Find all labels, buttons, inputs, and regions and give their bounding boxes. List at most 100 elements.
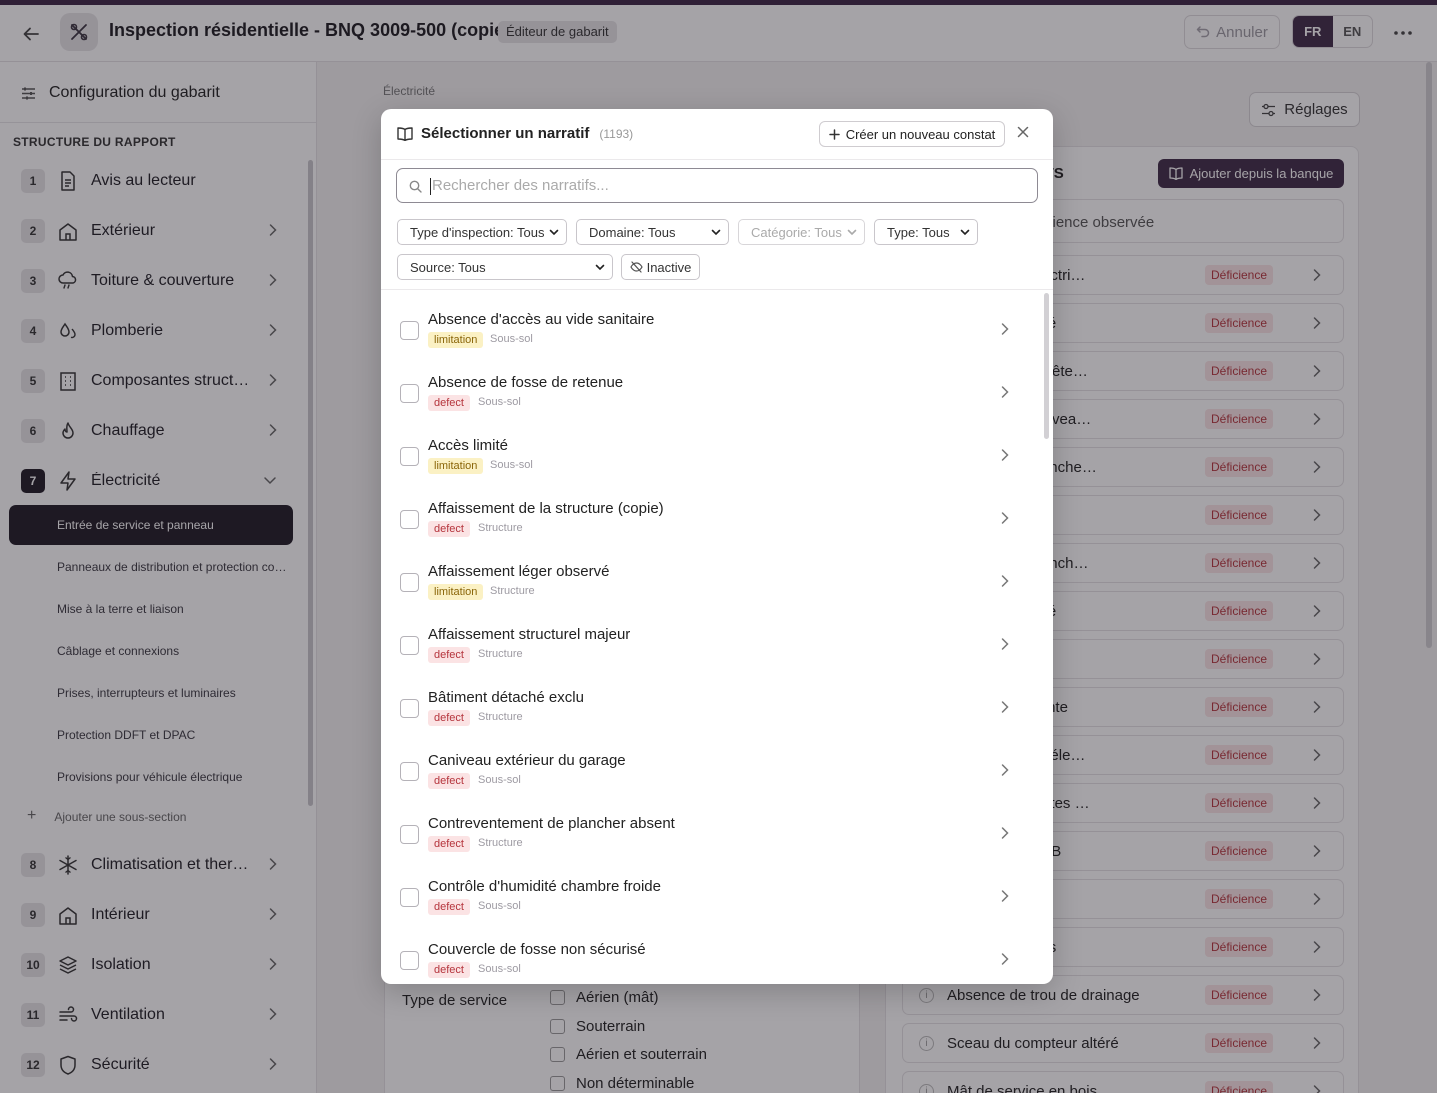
select-value: Type d'inspection: Tous [410, 225, 545, 240]
narrative-title: Caniveau extérieur du garage [428, 752, 626, 769]
narrative-title: Accès limité [428, 437, 509, 454]
narrative-title: Absence d'accès au vide sanitaire [428, 311, 655, 328]
chevron-right-icon[interactable] [1001, 448, 1009, 462]
narrative-type-badge: defect [428, 395, 470, 411]
narrative-title: Contrôle d'humidité chambre froide [428, 878, 661, 895]
domain-select[interactable]: Domaine: Tous [576, 219, 729, 245]
narrative-item[interactable]: Absence d'accès au vide sanitaire limitat… [381, 298, 1041, 361]
narrative-category: Sous-sol [478, 396, 521, 408]
narrative-category: Sous-sol [478, 900, 521, 912]
narrative-item[interactable]: Affaissement léger observé limitation Stru… [381, 550, 1041, 613]
chevron-right-icon[interactable] [1001, 322, 1009, 336]
create-finding-label: Créer un nouveau constat [845, 126, 996, 142]
text-caret [430, 178, 431, 195]
inspection-type-select[interactable]: Type d'inspection: Tous [397, 219, 567, 245]
chevron-right-icon[interactable] [1001, 952, 1009, 966]
narrative-search-input[interactable]: Rechercher des narratifs... [396, 168, 1038, 203]
close-icon[interactable] [1017, 126, 1029, 138]
source-select[interactable]: Source: Tous [397, 254, 613, 280]
narrative-title: Affaissement de la structure (copie) [428, 500, 664, 517]
narrative-title: Affaissement structurel majeur [428, 626, 631, 643]
modal-title-text: Sélectionner un narratif [421, 125, 590, 142]
chevron-down-icon [711, 227, 721, 237]
select-value: Source: Tous [410, 260, 486, 275]
chevron-down-icon [960, 227, 970, 237]
narrative-checkbox[interactable] [400, 384, 419, 403]
search-placeholder: Rechercher des narratifs... [432, 177, 609, 194]
narrative-item[interactable]: Affaissement structurel majeur defect Stru… [381, 613, 1041, 676]
select-value: Catégorie: Tous [751, 225, 842, 240]
narrative-type-badge: limitation [428, 332, 484, 348]
narrative-category: Sous-sol [478, 774, 521, 786]
narrative-item[interactable]: Caniveau extérieur du garage defect Sous-s… [381, 739, 1041, 802]
narrative-item[interactable]: Bâtiment détaché exclu defect Structure [381, 676, 1041, 739]
narrative-title: Contreventement de plancher absent [428, 815, 675, 832]
narrative-category: Structure [478, 522, 523, 534]
chevron-right-icon[interactable] [1001, 700, 1009, 714]
narrative-checkbox[interactable] [400, 825, 419, 844]
select-value: Domaine: Tous [589, 225, 676, 240]
chevron-down-icon [847, 227, 857, 237]
chevron-right-icon[interactable] [1001, 637, 1009, 651]
chevron-right-icon[interactable] [1001, 889, 1009, 903]
narrative-type-badge: defect [428, 647, 470, 663]
narrative-checkbox[interactable] [400, 510, 419, 529]
modal-header: Sélectionner un narratif (1193) Créer un… [381, 109, 1053, 160]
inactive-toggle-button[interactable]: Inactive [621, 254, 700, 280]
create-finding-button[interactable]: Créer un nouveau constat [819, 121, 1005, 147]
inactive-label: Inactive [646, 259, 692, 275]
narrative-count: (1193) [599, 126, 634, 141]
search-icon [409, 180, 422, 193]
chevron-right-icon[interactable] [1001, 763, 1009, 777]
book-open-icon [397, 126, 413, 141]
narrative-checkbox[interactable] [400, 888, 419, 907]
modal-scrollbar[interactable] [1044, 293, 1049, 439]
narrative-item[interactable]: Accès limité limitation Sous-sol [381, 424, 1041, 487]
narrative-category: Sous-sol [490, 459, 533, 471]
narrative-category: Structure [478, 711, 523, 723]
narrative-category: Structure [478, 648, 523, 660]
narrative-category: Structure [490, 585, 535, 597]
narrative-checkbox[interactable] [400, 321, 419, 340]
select-narrative-modal: Sélectionner un narratif (1193) Créer un… [381, 109, 1053, 984]
narrative-type-badge: defect [428, 521, 470, 537]
narrative-title: Couvercle de fosse non sécurisé [428, 941, 646, 958]
chevron-right-icon[interactable] [1001, 826, 1009, 840]
narrative-checkbox[interactable] [400, 699, 419, 718]
narrative-checkbox[interactable] [400, 951, 419, 970]
eye-off-icon [629, 261, 643, 273]
narrative-category: Structure [478, 837, 523, 849]
narrative-type-badge: limitation [428, 458, 484, 474]
chevron-right-icon[interactable] [1001, 574, 1009, 588]
select-value: Type: Tous [887, 225, 950, 240]
narrative-type-badge: defect [428, 899, 470, 915]
narrative-checkbox[interactable] [400, 573, 419, 592]
narrative-type-badge: defect [428, 773, 470, 789]
narrative-item[interactable]: Couvercle de fosse non sécurisé defect Sou… [381, 928, 1041, 984]
narrative-type-badge: limitation [428, 584, 484, 600]
narrative-item[interactable]: Affaissement de la structure (copie) defe… [381, 487, 1041, 550]
narrative-title: Absence de fosse de retenue [428, 374, 624, 391]
narrative-title: Affaissement léger observé [428, 563, 610, 580]
narrative-item[interactable]: Contreventement de plancher absent defect… [381, 802, 1041, 865]
chevron-right-icon[interactable] [1001, 511, 1009, 525]
chevron-down-icon [549, 227, 559, 237]
narrative-checkbox[interactable] [400, 762, 419, 781]
chevron-down-icon [595, 262, 605, 272]
type-select[interactable]: Type: Tous [874, 219, 978, 245]
narrative-category: Sous-sol [478, 963, 521, 975]
chevron-right-icon[interactable] [1001, 385, 1009, 399]
narrative-type-badge: defect [428, 710, 470, 726]
plus-icon [828, 128, 840, 140]
narrative-checkbox[interactable] [400, 447, 419, 466]
divider [381, 289, 1053, 290]
narrative-checkbox[interactable] [400, 636, 419, 655]
narrative-item[interactable]: Contrôle d'humidité chambre froide defect… [381, 865, 1041, 928]
narrative-category: Sous-sol [490, 333, 533, 345]
narrative-type-badge: defect [428, 836, 470, 852]
narrative-item[interactable]: Absence de fosse de retenue defect Sous-so… [381, 361, 1041, 424]
narrative-title: Bâtiment détaché exclu [428, 689, 584, 706]
narrative-type-badge: defect [428, 962, 470, 978]
category-select[interactable]: Catégorie: Tous [738, 219, 865, 245]
modal-title: Sélectionner un narratif (1193) [397, 125, 633, 142]
